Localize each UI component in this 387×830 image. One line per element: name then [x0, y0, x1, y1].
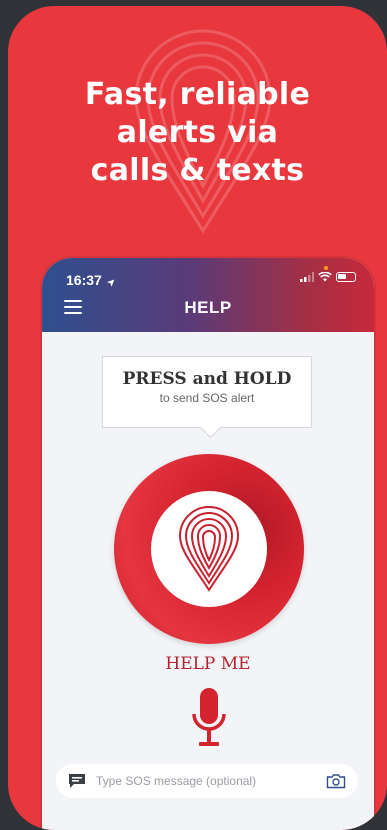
- tooltip-subtitle: to send SOS alert: [159, 391, 255, 405]
- camera-icon[interactable]: [326, 773, 346, 789]
- sos-message-bar: [56, 764, 358, 798]
- headline-line-3: calls & texts: [90, 153, 305, 188]
- headline-line-2: alerts via: [116, 115, 279, 150]
- location-pin-icon: [178, 506, 240, 592]
- sos-message-input[interactable]: [96, 774, 326, 788]
- app-header: 16:37 ➤ HELP: [42, 258, 374, 332]
- status-icons: [300, 272, 356, 282]
- phone-screen: 16:37 ➤ HELP PRESS and HOLD to send SOS …: [42, 258, 374, 830]
- promo-card: Fast, reliable alerts via calls & texts …: [8, 6, 387, 830]
- location-arrow-icon: ➤: [104, 275, 118, 289]
- microphone-icon[interactable]: [192, 688, 226, 750]
- privacy-indicator: [324, 266, 328, 270]
- chat-icon: [69, 774, 85, 788]
- sos-button[interactable]: [114, 454, 304, 644]
- help-me-label: HELP ME: [165, 654, 251, 674]
- battery-icon: [336, 272, 356, 282]
- press-hold-tooltip: PRESS and HOLD to send SOS alert: [102, 356, 312, 428]
- sos-button-center: [151, 491, 267, 607]
- tooltip-title: PRESS and HOLD: [122, 369, 292, 389]
- status-time: 16:37 ➤: [66, 272, 118, 289]
- page-title: HELP: [184, 298, 232, 317]
- wifi-icon: [318, 272, 332, 282]
- promo-headline: Fast, reliable alerts via calls & texts: [8, 76, 387, 190]
- signal-icon: [300, 272, 314, 282]
- headline-line-1: Fast, reliable: [84, 77, 311, 112]
